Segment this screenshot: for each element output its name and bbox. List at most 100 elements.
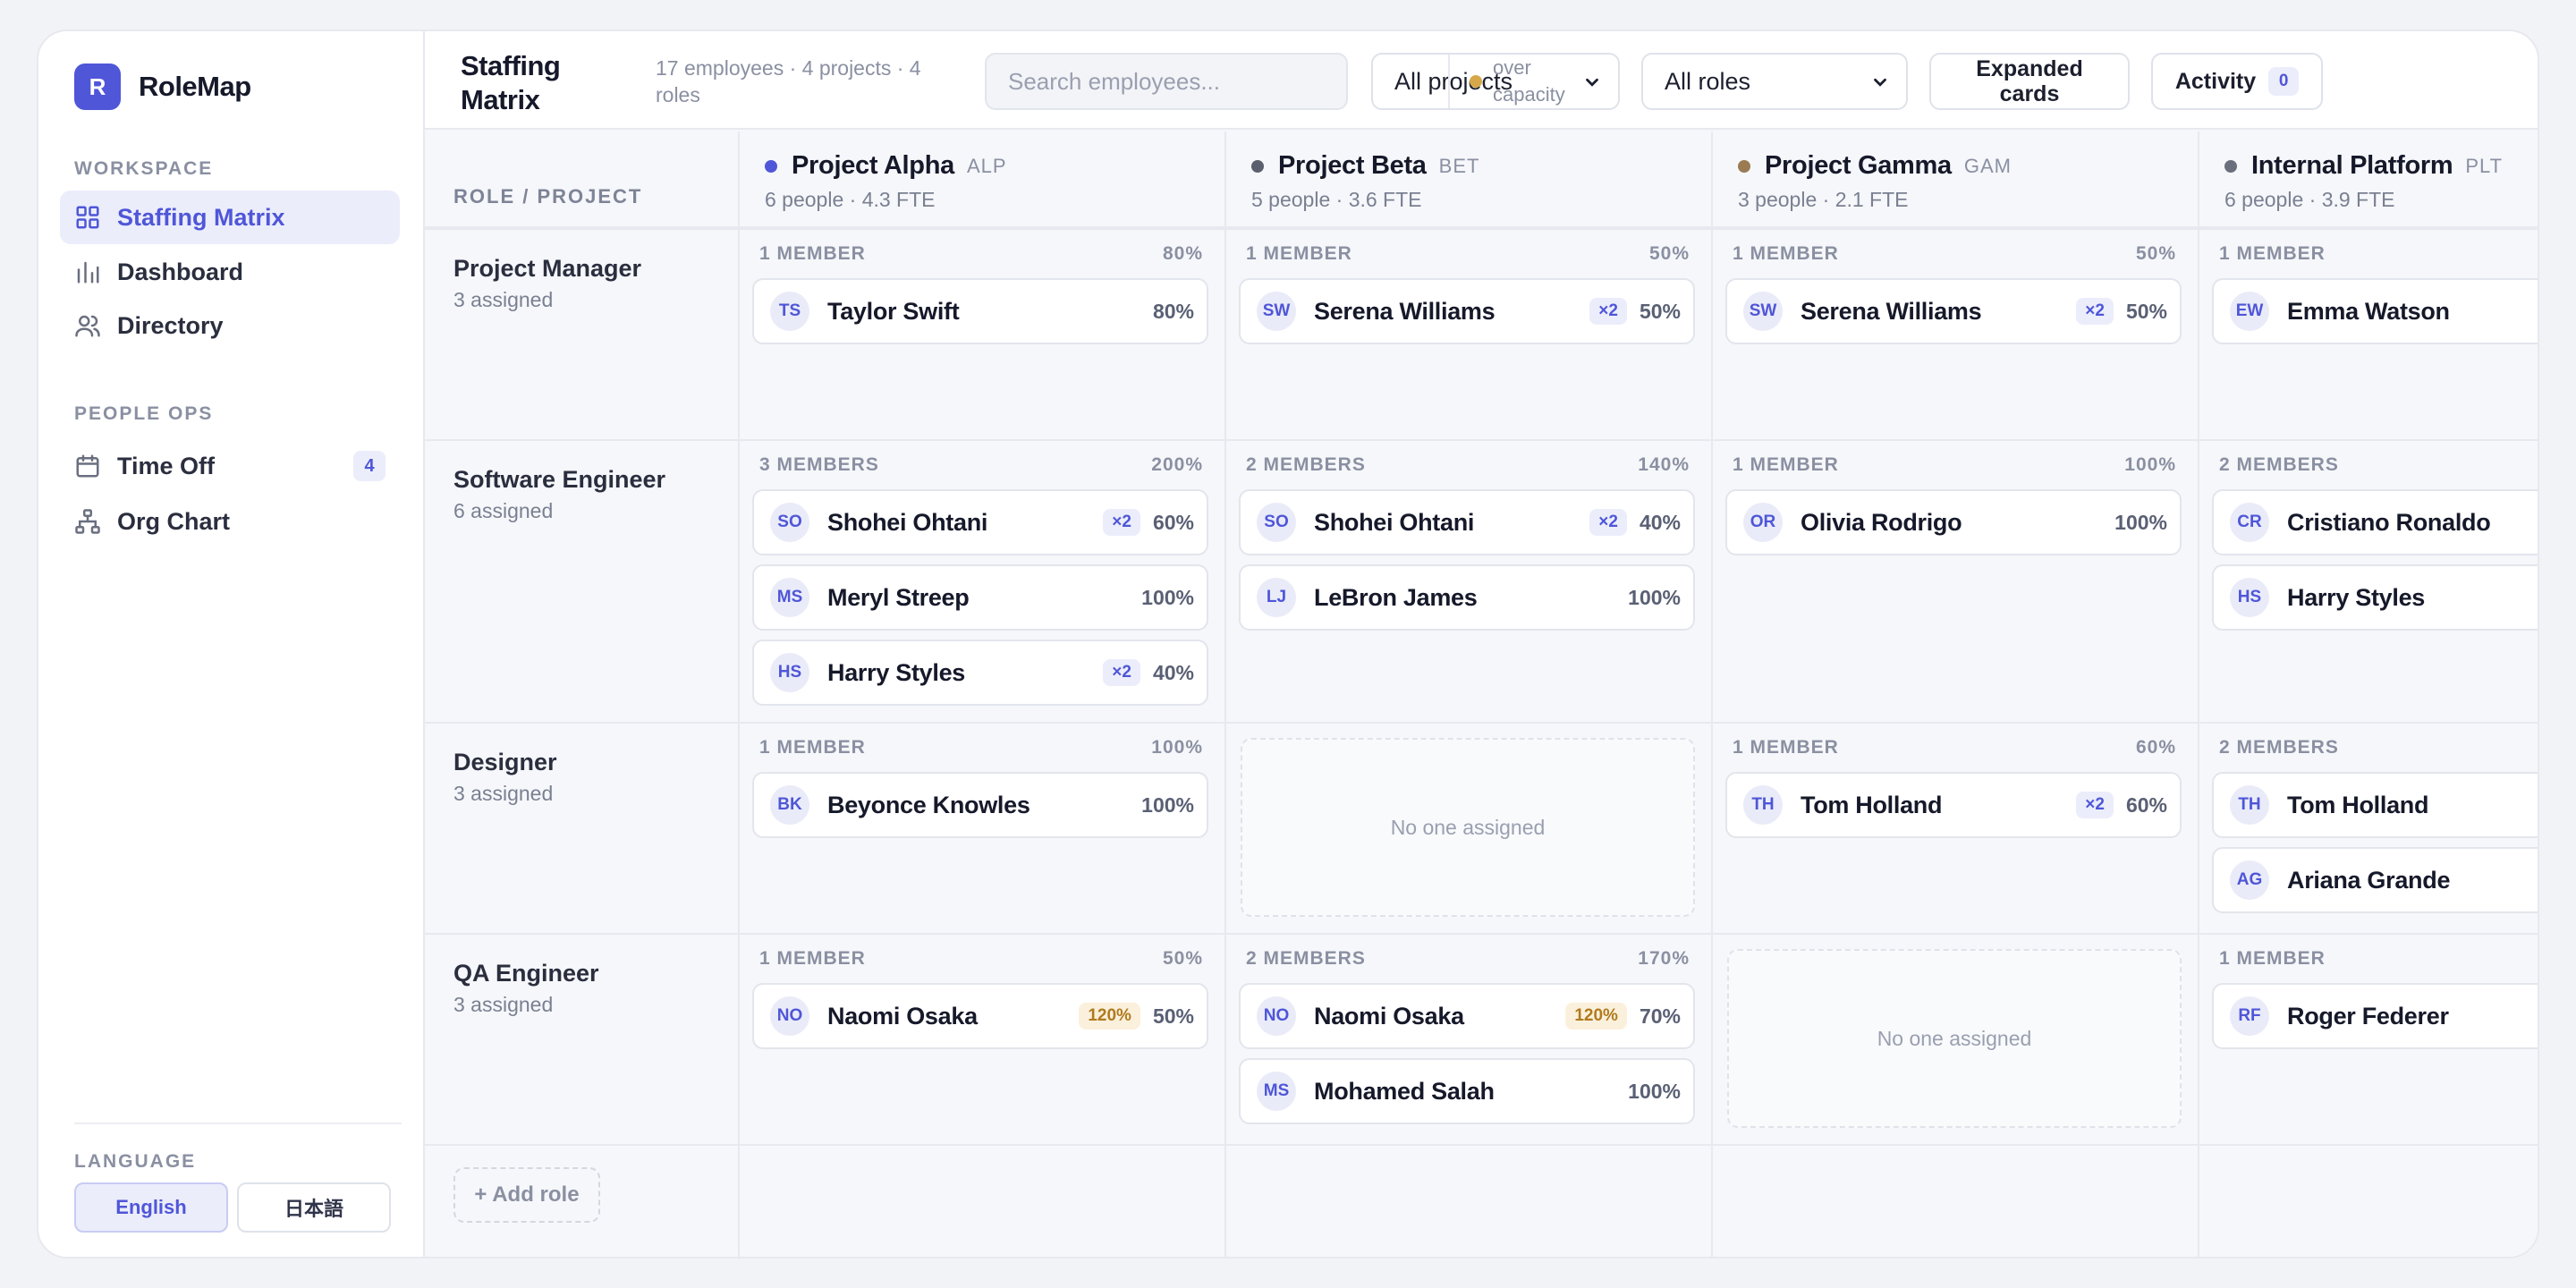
allocation-percent: 100% [2114, 510, 2167, 534]
activity-button[interactable]: Activity 0 [2151, 53, 2323, 110]
cell-allocation-total: 50% [1162, 948, 1203, 969]
avatar: NO [770, 996, 809, 1036]
cell-allocation-total: 100% [1151, 737, 1203, 758]
project-color-dot [1738, 159, 1750, 173]
multi-project-badge: ×2 [1103, 659, 1140, 686]
multi-project-badge: ×2 [2076, 298, 2114, 325]
brand-name: RoleMap [139, 71, 251, 102]
sidebar-item-dashboard[interactable]: Dashboard [60, 245, 400, 299]
role-assigned-count: 3 assigned [453, 782, 554, 805]
org-chart-icon [74, 508, 101, 535]
cell-allocation-total: 170% [1638, 948, 1690, 969]
sidebar-item-org-chart[interactable]: Org Chart [60, 495, 400, 548]
cell-member-count: 1 MEMBER [1733, 737, 1839, 758]
grid-header: ROLE / PROJECT Project Alpha ALP 6 people… [425, 131, 2538, 228]
cell-header: 1 MEMBER 100% [759, 737, 1203, 758]
app-window: R RoleMap WORKSPACE Staffing Matrix Dash… [37, 30, 2539, 1258]
avatar: HS [770, 653, 809, 692]
column-divider [1711, 131, 1713, 1257]
avatar: MS [1257, 1072, 1296, 1111]
cell-header: 2 MEMBERS [2219, 737, 2538, 758]
member-name: Serena Williams [1801, 297, 1982, 325]
sidebar-item-time-off[interactable]: Time Off 4 [60, 439, 400, 493]
expanded-cards-toggle[interactable]: Expanded cards [1929, 53, 2130, 110]
sidebar-item-label: Org Chart [117, 507, 231, 535]
member-card[interactable]: LJ LeBron James 100% [1239, 564, 1695, 631]
member-card[interactable]: TH Tom Holland [2212, 772, 2538, 838]
member-card[interactable]: HS Harry Styles ×2 40% [752, 640, 1208, 706]
member-card[interactable]: OR Olivia Rodrigo 100% [1725, 489, 2182, 555]
cell-allocation-total: 80% [1162, 243, 1203, 264]
member-allocation: 100% [1141, 793, 1194, 818]
cell-allocation-total: 140% [1638, 454, 1690, 475]
cell-member-count: 1 MEMBER [1246, 243, 1352, 264]
sidebar-item-staffing-matrix[interactable]: Staffing Matrix [60, 191, 400, 244]
empty-cell-dropzone[interactable]: No one assigned [1241, 738, 1695, 917]
empty-cell-dropzone[interactable]: No one assigned [1727, 949, 2182, 1128]
row-divider [425, 439, 2538, 441]
allocation-percent: 100% [1141, 792, 1194, 817]
calendar-icon [74, 453, 101, 479]
project-column-header[interactable]: Project Gamma GAM 3 people · 2.1 FTE [1738, 151, 2012, 212]
cell-allocation-total: 50% [2135, 243, 2176, 264]
member-card[interactable]: SO Shohei Ohtani ×2 40% [1239, 489, 1695, 555]
project-code: ALP [966, 154, 1007, 177]
project-stats: 6 people · 3.9 FTE [2224, 188, 2395, 211]
member-card[interactable]: SW Serena Williams ×2 50% [1725, 278, 2182, 344]
add-role-button[interactable]: + Add role [453, 1167, 600, 1223]
member-allocation: 100% [1628, 586, 1681, 610]
project-column-header[interactable]: Project Alpha ALP 6 people · 4.3 FTE [765, 151, 1007, 212]
over-capacity-dot [1470, 75, 1482, 88]
member-card[interactable]: TH Tom Holland ×2 60% [1725, 772, 2182, 838]
member-name: Shohei Ohtani [1314, 508, 1475, 536]
member-card[interactable]: HS Harry Styles [2212, 564, 2538, 631]
project-code: PLT [2465, 154, 2504, 177]
cell-member-count: 3 MEMBERS [759, 454, 879, 475]
allocation-percent: 100% [1628, 1079, 1681, 1103]
activity-label: Activity [2174, 69, 2257, 94]
member-card[interactable]: NO Naomi Osaka 120% 50% [752, 983, 1208, 1049]
project-column-header[interactable]: Internal Platform PLT 6 people · 3.9 FTE [2224, 151, 2503, 212]
search-input[interactable] [985, 53, 1348, 110]
sidebar-item-directory[interactable]: Directory [60, 299, 400, 352]
role-row-header[interactable]: Designer 3 assigned [453, 749, 557, 806]
member-card[interactable]: BK Beyonce Knowles 100% [752, 772, 1208, 838]
project-color-dot [1251, 159, 1264, 173]
member-allocation: 120% 50% [1079, 1003, 1194, 1030]
cell-member-count: 2 MEMBERS [1246, 948, 1366, 969]
role-row-header[interactable]: Project Manager 3 assigned [453, 255, 641, 312]
project-code: GAM [1963, 154, 2012, 177]
people-ops-section-label: PEOPLE OPS [74, 403, 214, 424]
allocation-percent: 40% [1639, 510, 1681, 534]
language-japanese-button[interactable]: 日本語 [237, 1182, 391, 1233]
project-column-header[interactable]: Project Beta BET 5 people · 3.6 FTE [1251, 151, 1479, 212]
member-card[interactable]: TS Taylor Swift 80% [752, 278, 1208, 344]
member-name: Ariana Grande [2287, 866, 2451, 894]
cell-allocation-total: 50% [1648, 243, 1690, 264]
member-card[interactable]: MS Meryl Streep 100% [752, 564, 1208, 631]
member-card[interactable]: RF Roger Federer [2212, 983, 2538, 1049]
language-english-button[interactable]: English [74, 1182, 228, 1233]
member-card[interactable]: CR Cristiano Ronaldo [2212, 489, 2538, 555]
brand[interactable]: R RoleMap [74, 64, 251, 110]
role-filter-select[interactable]: All roles [1641, 53, 1908, 110]
member-allocation: ×2 40% [1589, 509, 1681, 536]
member-card[interactable]: SO Shohei Ohtani ×2 60% [752, 489, 1208, 555]
avatar: TH [2230, 785, 2269, 825]
cell-header: 1 MEMBER 50% [1733, 243, 2176, 265]
member-card[interactable]: MS Mohamed Salah 100% [1239, 1058, 1695, 1124]
cell-member-count: 1 MEMBER [759, 243, 866, 264]
member-name: Beyonce Knowles [827, 791, 1030, 818]
page-subtitle: 17 employees · 4 projects · 4 roles [656, 56, 921, 106]
role-row-header[interactable]: Software Engineer 6 assigned [453, 466, 665, 523]
allocation-percent: 100% [1628, 585, 1681, 609]
member-name: Emma Watson [2287, 297, 2450, 325]
cell-member-count: 1 MEMBER [759, 737, 866, 758]
member-card[interactable]: AG Ariana Grande [2212, 847, 2538, 913]
member-card[interactable]: NO Naomi Osaka 120% 70% [1239, 983, 1695, 1049]
role-row-header[interactable]: QA Engineer 3 assigned [453, 960, 599, 1017]
member-card[interactable]: SW Serena Williams ×2 50% [1239, 278, 1695, 344]
member-card[interactable]: EW Emma Watson [2212, 278, 2538, 344]
member-allocation: 80% [1153, 300, 1194, 324]
allocation-percent: 50% [2125, 299, 2167, 323]
